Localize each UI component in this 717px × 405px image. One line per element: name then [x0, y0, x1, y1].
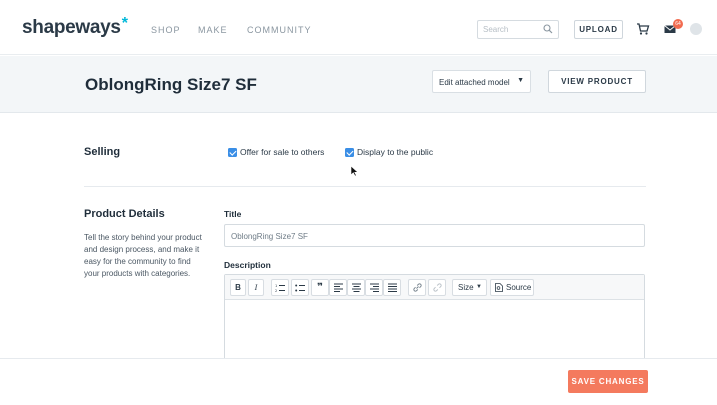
align-justify-icon: [387, 283, 397, 292]
numbered-list-icon: 1 2: [275, 284, 285, 293]
title-field[interactable]: OblongRing Size7 SF: [224, 224, 645, 247]
source-label: Source: [506, 283, 532, 292]
numbered-list-button[interactable]: 1 2: [271, 279, 289, 296]
description-field-label: Description: [224, 260, 271, 270]
search-input[interactable]: Search: [477, 20, 559, 39]
title-field-label: Title: [224, 209, 242, 219]
search-icon: [543, 24, 553, 34]
search-placeholder: Search: [483, 25, 509, 34]
offer-for-sale-label[interactable]: Offer for sale to others: [240, 147, 324, 157]
section-divider: [84, 186, 646, 187]
unlink-icon: [432, 283, 442, 292]
align-left-button[interactable]: [329, 279, 347, 296]
upload-button[interactable]: UPLOAD: [574, 20, 623, 39]
source-icon: [495, 283, 503, 292]
edit-model-select-value: Edit attached model: [439, 78, 510, 87]
notification-badge: 64: [673, 19, 683, 29]
chevron-down-icon: ▼: [517, 77, 524, 84]
display-public-label[interactable]: Display to the public: [357, 147, 433, 157]
align-center-icon: [351, 283, 361, 292]
svg-text:2: 2: [275, 289, 277, 293]
align-center-button[interactable]: [347, 279, 365, 296]
blockquote-button[interactable]: ❞: [311, 279, 329, 296]
edit-model-select[interactable]: Edit attached model ▼: [432, 70, 531, 93]
product-details-help: Tell the story behind your product and d…: [84, 233, 202, 278]
logo-text: shapeways: [22, 17, 121, 38]
shapeways-logo[interactable]: shapeways*: [22, 15, 128, 39]
size-dropdown[interactable]: Size ▼: [452, 279, 487, 296]
selling-label: Selling: [84, 146, 121, 158]
avatar[interactable]: [690, 23, 702, 35]
align-justify-button[interactable]: [383, 279, 401, 296]
bullet-list-button[interactable]: [291, 279, 309, 296]
caret-down-icon: ▼: [476, 284, 482, 290]
view-product-button[interactable]: VIEW PRODUCT: [548, 70, 646, 93]
svg-text:1: 1: [275, 284, 277, 288]
logo-mark: *: [121, 15, 128, 32]
nav-community[interactable]: COMMUNITY: [247, 25, 312, 35]
link-icon: [412, 283, 422, 292]
save-changes-button[interactable]: SAVE CHANGES: [568, 370, 648, 393]
offer-for-sale-checkbox[interactable]: [228, 148, 237, 157]
editor-toolbar: B I 1 2 ❞ Size ▼ Source: [225, 275, 644, 300]
blockquote-icon: ❞: [317, 282, 323, 293]
unlink-button[interactable]: [428, 279, 446, 296]
nav-shop[interactable]: SHOP: [151, 25, 181, 35]
display-public-checkbox[interactable]: [345, 148, 354, 157]
source-button[interactable]: Source: [490, 279, 534, 296]
align-right-icon: [369, 283, 379, 292]
cart-icon[interactable]: [636, 22, 650, 36]
link-button[interactable]: [408, 279, 426, 296]
page-title: OblongRing Size7 SF: [85, 75, 257, 94]
bullet-list-icon: [295, 284, 305, 292]
italic-button[interactable]: I: [248, 279, 264, 296]
align-right-button[interactable]: [365, 279, 383, 296]
align-left-icon: [333, 283, 343, 292]
mouse-cursor-icon: [350, 165, 359, 177]
nav-make[interactable]: MAKE: [198, 25, 228, 35]
size-dropdown-label: Size: [458, 283, 474, 292]
product-details-label: Product Details: [84, 208, 165, 220]
bold-button[interactable]: B: [230, 279, 246, 296]
